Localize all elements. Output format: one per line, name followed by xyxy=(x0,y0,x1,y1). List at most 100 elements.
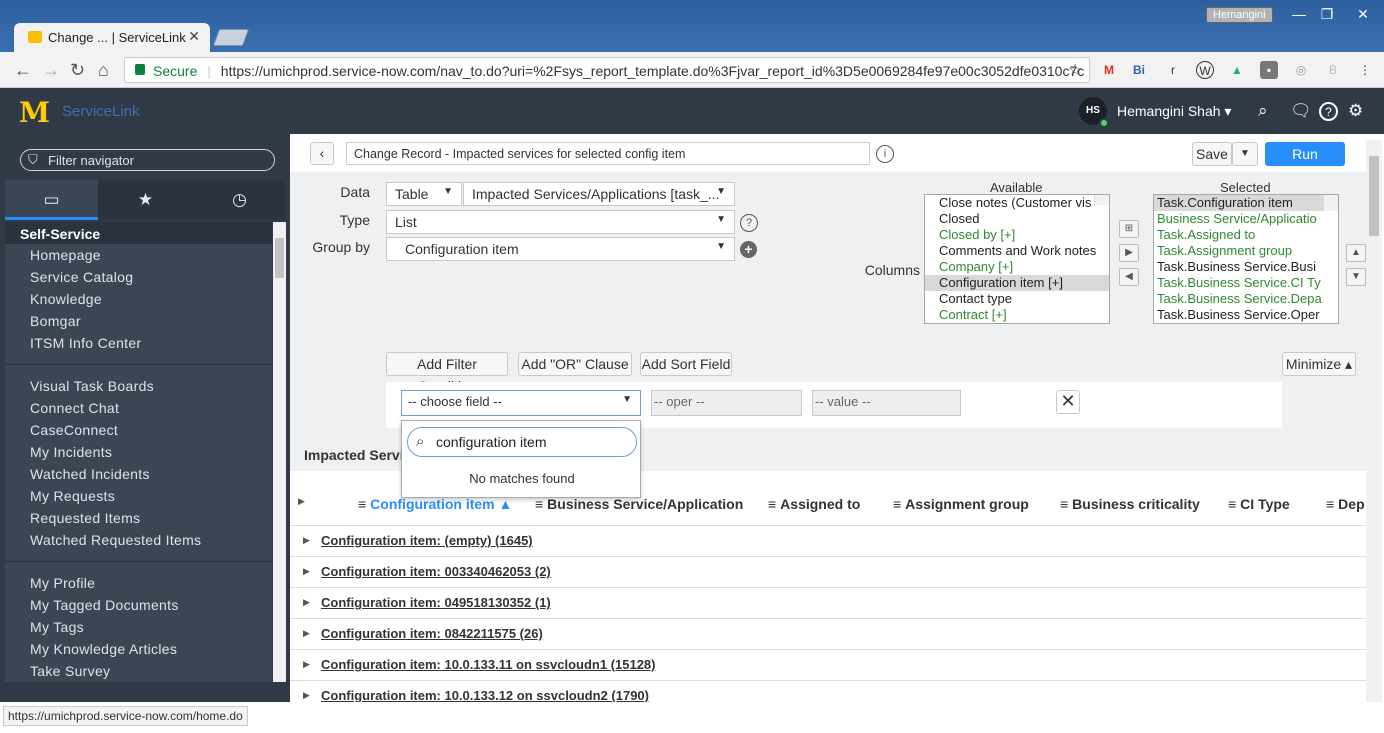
reload-icon[interactable]: ↻ xyxy=(70,60,85,81)
extension-bi-icon[interactable]: Bi xyxy=(1130,61,1148,79)
sidebar-item-watched-requested-items[interactable]: Watched Requested Items xyxy=(5,529,272,551)
info-icon[interactable]: i xyxy=(876,145,894,163)
move-right-icon[interactable]: ▶ xyxy=(1119,244,1139,262)
column-option[interactable]: Task.Assignment group xyxy=(1154,243,1338,259)
move-left-icon[interactable]: ◀ xyxy=(1119,268,1139,286)
column-header[interactable]: ≡ CI Type xyxy=(1228,496,1290,512)
remove-condition-button[interactable]: ✕ xyxy=(1056,390,1080,414)
back-icon[interactable]: ← xyxy=(14,60,32,81)
column-menu-icon[interactable]: ≡ xyxy=(893,496,901,512)
selected-columns-list[interactable]: Task.Configuration item Business Service/… xyxy=(1153,194,1339,324)
back-button[interactable]: ‹ xyxy=(310,142,334,165)
new-tab-button[interactable] xyxy=(212,29,250,46)
column-header[interactable]: ≡ Business criticality xyxy=(1060,496,1200,512)
extension-r-icon[interactable]: r xyxy=(1164,61,1182,79)
chat-icon[interactable]: 🗨 xyxy=(1290,101,1312,121)
expand-row-icon[interactable]: ▶ xyxy=(303,597,310,608)
sidebar-item-requested-items[interactable]: Requested Items xyxy=(5,507,272,529)
sidebar-item-my-tags[interactable]: My Tags xyxy=(5,616,272,638)
column-option[interactable]: Contract [+] xyxy=(925,307,1109,323)
list-scrollbar[interactable] xyxy=(1323,195,1338,211)
sidebar-item-my-requests[interactable]: My Requests xyxy=(5,485,272,507)
search-icon[interactable]: ⌕ xyxy=(1258,101,1268,121)
column-menu-icon[interactable]: ≡ xyxy=(1060,496,1068,512)
sidebar-item-bomgar[interactable]: Bomgar xyxy=(5,310,272,332)
expand-row-icon[interactable]: ▶ xyxy=(303,628,310,639)
sidebar-item-knowledge[interactable]: Knowledge xyxy=(5,288,272,310)
bookmark-star-icon[interactable]: ☆ xyxy=(1068,60,1082,80)
user-menu[interactable]: Hemangini Shah ▾ xyxy=(1117,103,1231,120)
url-field[interactable]: Secure | https://umichprod.service-now.c… xyxy=(124,57,1090,83)
column-option[interactable]: Closed xyxy=(925,211,1109,227)
group-row-link[interactable]: Configuration item: (empty) (1645) xyxy=(321,533,533,548)
add-sort-field-button[interactable]: Add Sort Field xyxy=(640,352,732,376)
column-header[interactable]: ≡ Business Service/Application xyxy=(535,496,743,512)
expand-row-icon[interactable]: ▶ xyxy=(303,659,310,670)
sidebar-item-caseconnect[interactable]: CaseConnect xyxy=(5,419,272,441)
column-option[interactable]: Close notes (Customer vis xyxy=(925,195,1109,211)
move-down-icon[interactable]: ▼ xyxy=(1346,268,1366,286)
group-row-link[interactable]: Configuration item: 10.0.133.11 on ssvcl… xyxy=(321,657,656,672)
extension-square-icon[interactable]: ▪ xyxy=(1260,61,1278,79)
column-header[interactable]: ≡ Dep xyxy=(1326,496,1365,512)
expand-row-icon[interactable]: ▶ xyxy=(303,690,310,701)
column-option[interactable]: Task.Business Service.Depa xyxy=(1154,291,1338,307)
column-option[interactable]: Task.Assigned to xyxy=(1154,227,1338,243)
report-title-input[interactable]: Change Record - Impacted services for se… xyxy=(346,142,870,165)
column-option[interactable]: Configuration item [+] xyxy=(925,275,1109,291)
scrollbar-thumb[interactable] xyxy=(275,238,284,278)
column-header[interactable]: ≡ Assigned to xyxy=(768,496,860,512)
main-vertical-scrollbar[interactable] xyxy=(1366,140,1382,702)
add-or-clause-button[interactable]: Add "OR" Clause xyxy=(518,352,632,376)
add-filter-condition-button[interactable]: Add Filter Condition xyxy=(386,352,508,394)
table-select[interactable]: Impacted Services/Applications [task_...… xyxy=(463,182,735,206)
sidebar-item-my-incidents[interactable]: My Incidents xyxy=(5,441,272,463)
column-header[interactable]: ≡ Assignment group xyxy=(893,496,1029,512)
column-option[interactable]: Closed by [+] xyxy=(925,227,1109,243)
column-menu-icon[interactable]: ≡ xyxy=(535,496,543,512)
group-row-link[interactable]: Configuration item: 049518130352 (1) xyxy=(321,595,551,610)
type-select[interactable]: List ▼ xyxy=(386,210,735,234)
sidebar-item-my-knowledge-articles[interactable]: My Knowledge Articles xyxy=(5,638,272,660)
gear-icon[interactable]: ⚙ xyxy=(1348,101,1363,121)
column-menu-icon[interactable]: ≡ xyxy=(768,496,776,512)
minimize-window-icon[interactable]: — xyxy=(1286,5,1312,23)
choose-field-select[interactable]: -- choose field -- ▼ xyxy=(401,390,641,416)
value-input[interactable]: -- value -- xyxy=(812,390,961,416)
move-up-icon[interactable]: ▲ xyxy=(1346,244,1366,262)
scrollbar-thumb[interactable] xyxy=(1369,156,1379,236)
expand-row-icon[interactable]: ▶ xyxy=(303,566,310,577)
column-menu-icon[interactable]: ≡ xyxy=(1326,496,1334,512)
browser-menu-icon[interactable]: ⋮ xyxy=(1356,61,1374,79)
tab-favorites[interactable]: ★ xyxy=(99,180,192,220)
sidebar-item-take-survey[interactable]: Take Survey xyxy=(5,660,272,682)
tab-history[interactable]: ◷ xyxy=(193,180,286,220)
group-by-select[interactable]: Configuration item ▼ xyxy=(386,237,735,261)
group-row-link[interactable]: Configuration item: 0842211575 (26) xyxy=(321,626,543,641)
tab-all-applications[interactable]: ▭ xyxy=(5,180,98,220)
sidebar-item-my-tagged-documents[interactable]: My Tagged Documents xyxy=(5,594,272,616)
add-group-icon[interactable]: + xyxy=(740,241,757,258)
app-name[interactable]: ServiceLink xyxy=(62,103,140,120)
close-window-icon[interactable]: ✕ xyxy=(1350,5,1376,23)
maximize-window-icon[interactable]: ❐ xyxy=(1314,5,1340,23)
forward-icon[interactable]: → xyxy=(42,60,60,81)
umich-logo-icon[interactable]: M xyxy=(19,96,50,129)
column-menu-icon[interactable]: ≡ xyxy=(1228,496,1236,512)
gmail-icon[interactable]: M xyxy=(1100,61,1118,79)
minimize-button[interactable]: Minimize ▴ xyxy=(1282,352,1356,376)
expand-row-icon[interactable]: ▶ xyxy=(303,535,310,546)
group-row[interactable]: ▶ Configuration item: 0842211575 (26) xyxy=(290,618,1366,649)
expand-all-icon[interactable]: ▶ xyxy=(298,496,305,507)
data-source-select[interactable]: Table ▼ xyxy=(386,182,462,206)
help-icon[interactable]: ? xyxy=(740,214,758,232)
column-option[interactable]: Correlation ID xyxy=(925,323,1109,324)
field-search-input[interactable]: ⌕ configuration item xyxy=(407,427,637,457)
column-option[interactable]: Comments and Work notes xyxy=(925,243,1109,259)
extension-b-icon[interactable]: B xyxy=(1324,61,1342,79)
operator-select[interactable]: -- oper -- xyxy=(651,390,802,416)
nav-section-self-service[interactable]: Self-Service xyxy=(5,222,272,244)
group-row[interactable]: ▶ Configuration item: 003340462053 (2) xyxy=(290,556,1366,587)
tab-close-icon[interactable]: ✕ xyxy=(188,28,200,45)
group-row[interactable]: ▶ Configuration item: 10.0.133.11 on ssvc… xyxy=(290,649,1366,680)
